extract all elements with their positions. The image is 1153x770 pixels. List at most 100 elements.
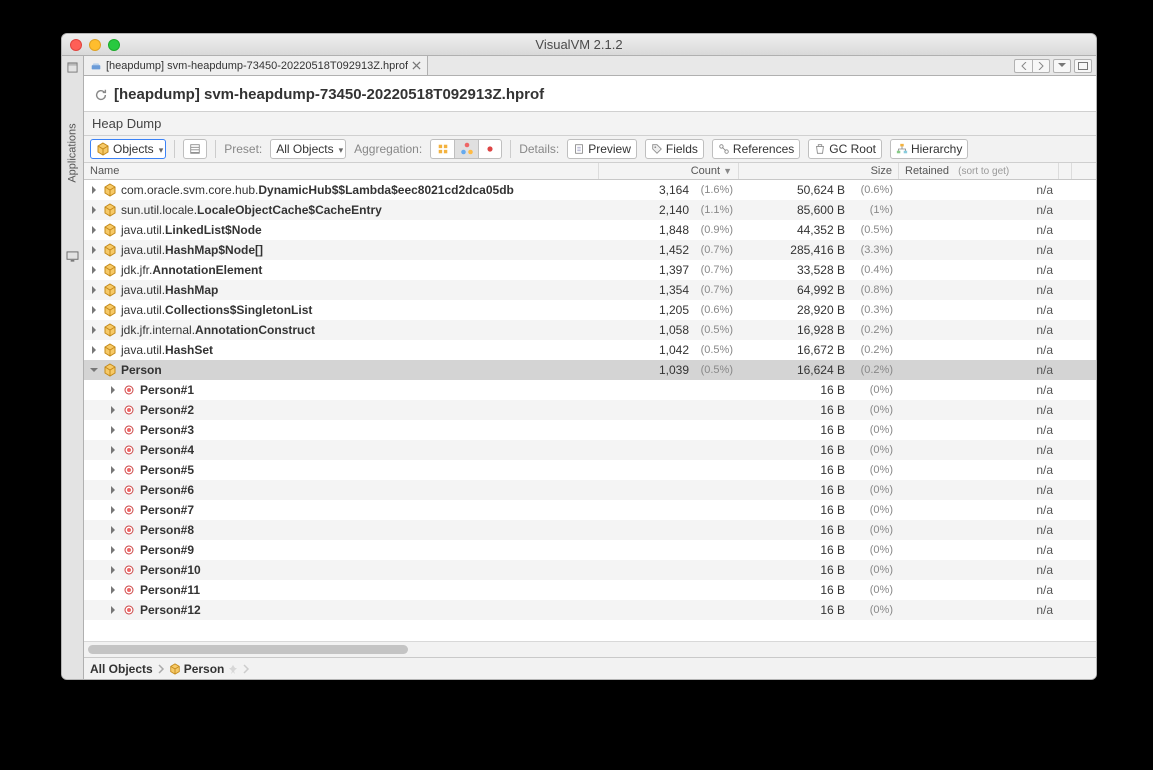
table-row[interactable]: java.util.LinkedList$Node1,848(0.9%)44,3… [84, 220, 1096, 240]
col-menu[interactable] [1059, 163, 1072, 179]
disclosure-closed-icon[interactable] [89, 345, 99, 355]
agg-packages[interactable] [430, 139, 454, 159]
dot-icon [484, 143, 496, 155]
disclosure-closed-icon[interactable] [89, 225, 99, 235]
app-window: VisualVM 2.1.2 Applications [heapdump] s… [61, 33, 1097, 680]
tab-list-dropdown[interactable] [1053, 59, 1071, 73]
disclosure-closed-icon[interactable] [89, 185, 99, 195]
row-name: java.util.HashMap$Node[] [121, 243, 263, 257]
table-row[interactable]: Person#816 B(0%)n/a [84, 520, 1096, 540]
scroll-thumb[interactable] [88, 645, 408, 654]
monitor-icon[interactable] [66, 251, 79, 262]
details-gcroot[interactable]: GC Root [808, 139, 882, 159]
agg-instances[interactable] [478, 139, 502, 159]
zoom-button[interactable] [108, 39, 120, 51]
table-row[interactable]: com.oracle.svm.core.hub.DynamicHub$$Lamb… [84, 180, 1096, 200]
table-header: Name Count▼ Size Retained (sort to get) [84, 163, 1096, 180]
table-row[interactable]: Person#716 B(0%)n/a [84, 500, 1096, 520]
disclosure-closed-icon[interactable] [108, 485, 118, 495]
instance-icon [122, 443, 136, 457]
instance-icon [122, 423, 136, 437]
row-retained: n/a [899, 303, 1059, 317]
disclosure-closed-icon[interactable] [108, 505, 118, 515]
restore-icon[interactable] [67, 62, 78, 73]
row-retained: n/a [899, 403, 1059, 417]
disclosure-closed-icon[interactable] [89, 265, 99, 275]
tab-nav-prev[interactable] [1014, 59, 1032, 73]
col-name[interactable]: Name [84, 163, 599, 179]
close-button[interactable] [70, 39, 82, 51]
row-name: Person#10 [140, 563, 201, 577]
details-references[interactable]: References [712, 139, 800, 159]
details-fields[interactable]: Fields [645, 139, 704, 159]
disclosure-closed-icon[interactable] [108, 425, 118, 435]
disclosure-closed-icon[interactable] [108, 445, 118, 455]
instance-icon [122, 543, 136, 557]
table-row[interactable]: Person1,039(0.5%)16,624 B(0.2%)n/a [84, 360, 1096, 380]
table-row[interactable]: Person#216 B(0%)n/a [84, 400, 1096, 420]
disclosure-closed-icon[interactable] [108, 525, 118, 535]
table-row[interactable]: Person#316 B(0%)n/a [84, 420, 1096, 440]
col-count[interactable]: Count▼ [599, 163, 739, 179]
table-row[interactable]: java.util.HashSet1,042(0.5%)16,672 B(0.2… [84, 340, 1096, 360]
tab-close-icon[interactable] [412, 61, 421, 70]
row-size: 64,992 B(0.8%) [739, 283, 899, 297]
table-row[interactable]: jdk.jfr.AnnotationElement1,397(0.7%)33,5… [84, 260, 1096, 280]
pin-icon[interactable] [228, 664, 238, 674]
details-hierarchy[interactable]: Hierarchy [890, 139, 968, 159]
table-row[interactable]: Person#116 B(0%)n/a [84, 380, 1096, 400]
disclosure-closed-icon[interactable] [108, 565, 118, 575]
sidebar-applications-tab[interactable]: Applications [67, 123, 79, 182]
table-row[interactable]: Person#1016 B(0%)n/a [84, 560, 1096, 580]
row-name: Person#6 [140, 483, 194, 497]
table-row[interactable]: java.util.HashMap$Node[]1,452(0.7%)285,4… [84, 240, 1096, 260]
disclosure-closed-icon[interactable] [89, 325, 99, 335]
breadcrumb-root[interactable]: All Objects [90, 662, 153, 676]
table-row[interactable]: Person#1216 B(0%)n/a [84, 600, 1096, 620]
document-tab[interactable]: [heapdump] svm-heapdump-73450-20220518T0… [84, 56, 428, 75]
table-row[interactable]: java.util.HashMap1,354(0.7%)64,992 B(0.8… [84, 280, 1096, 300]
disclosure-closed-icon[interactable] [108, 585, 118, 595]
row-retained: n/a [899, 243, 1059, 257]
table-row[interactable]: Person#516 B(0%)n/a [84, 460, 1096, 480]
disclosure-closed-icon[interactable] [89, 245, 99, 255]
agg-classes[interactable] [454, 139, 478, 159]
disclosure-closed-icon[interactable] [89, 285, 99, 295]
view-mode-objects[interactable]: Objects [90, 139, 166, 159]
table-body[interactable]: com.oracle.svm.core.hub.DynamicHub$$Lamb… [84, 180, 1096, 641]
disclosure-closed-icon[interactable] [108, 545, 118, 555]
col-size[interactable]: Size [739, 163, 899, 179]
disclosure-closed-icon[interactable] [108, 405, 118, 415]
trash-icon [814, 143, 826, 155]
section-bar: Heap Dump [84, 111, 1096, 136]
preset-dropdown[interactable]: All Objects [270, 139, 346, 159]
sidebar: Applications [62, 56, 84, 679]
table-row[interactable]: jdk.jfr.internal.AnnotationConstruct1,05… [84, 320, 1096, 340]
link-icon [718, 143, 730, 155]
table-row[interactable]: java.util.Collections$SingletonList1,205… [84, 300, 1096, 320]
table-row[interactable]: sun.util.locale.LocaleObjectCache$CacheE… [84, 200, 1096, 220]
minimize-button[interactable] [89, 39, 101, 51]
row-count: 1,848(0.9%) [599, 223, 739, 237]
disclosure-closed-icon[interactable] [89, 305, 99, 315]
maximize-tab[interactable] [1074, 59, 1092, 73]
table-row[interactable]: Person#1116 B(0%)n/a [84, 580, 1096, 600]
disclosure-open-icon[interactable] [89, 365, 99, 375]
table-row[interactable]: Person#616 B(0%)n/a [84, 480, 1096, 500]
disclosure-closed-icon[interactable] [108, 385, 118, 395]
table-icon-button[interactable] [183, 139, 207, 159]
triangle-icon [460, 142, 474, 156]
disclosure-closed-icon[interactable] [89, 205, 99, 215]
horizontal-scrollbar[interactable] [84, 641, 1096, 657]
disclosure-closed-icon[interactable] [108, 465, 118, 475]
col-retained[interactable]: Retained (sort to get) [899, 163, 1059, 179]
grid-icon [437, 143, 449, 155]
table-row[interactable]: Person#916 B(0%)n/a [84, 540, 1096, 560]
disclosure-closed-icon[interactable] [108, 605, 118, 615]
refresh-icon[interactable] [94, 88, 108, 102]
details-preview[interactable]: Preview [567, 139, 637, 159]
breadcrumb-leaf[interactable]: Person [169, 662, 225, 676]
table-row[interactable]: Person#416 B(0%)n/a [84, 440, 1096, 460]
class-icon [103, 303, 117, 317]
tab-nav-next[interactable] [1032, 59, 1050, 73]
